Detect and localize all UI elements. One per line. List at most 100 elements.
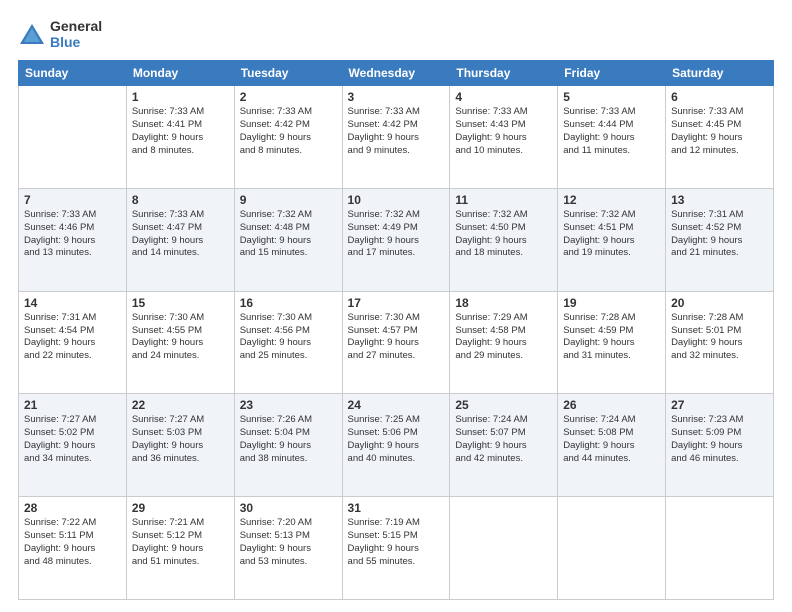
day-number: 6 — [671, 90, 768, 104]
calendar-cell: 2 Sunrise: 7:33 AM Sunset: 4:42 PM Daylig… — [234, 86, 342, 189]
day-number: 25 — [455, 398, 552, 412]
day-info: Sunrise: 7:33 AM Sunset: 4:42 PM Dayligh… — [240, 106, 337, 157]
day-number: 16 — [240, 296, 337, 310]
calendar-cell: 11 Sunrise: 7:32 AM Sunset: 4:50 PM Dayli… — [450, 188, 558, 291]
day-info: Sunrise: 7:28 AM Sunset: 4:59 PM Dayligh… — [563, 312, 660, 363]
day-number: 9 — [240, 193, 337, 207]
calendar-cell: 14 Sunrise: 7:31 AM Sunset: 4:54 PM Dayli… — [19, 291, 127, 394]
day-number: 27 — [671, 398, 768, 412]
logo-icon — [18, 22, 46, 46]
weekday-header: Saturday — [666, 61, 774, 86]
day-info: Sunrise: 7:24 AM Sunset: 5:08 PM Dayligh… — [563, 414, 660, 465]
weekday-header: Tuesday — [234, 61, 342, 86]
calendar-header-row: SundayMondayTuesdayWednesdayThursdayFrid… — [19, 61, 774, 86]
calendar-cell: 26Sunrise: 7:24 AM Sunset: 5:08 PM Dayli… — [558, 394, 666, 497]
day-number: 14 — [24, 296, 121, 310]
day-info: Sunrise: 7:19 AM Sunset: 5:15 PM Dayligh… — [348, 517, 445, 568]
day-number: 19 — [563, 296, 660, 310]
day-number: 2 — [240, 90, 337, 104]
day-info: Sunrise: 7:23 AM Sunset: 5:09 PM Dayligh… — [671, 414, 768, 465]
calendar-cell: 18 Sunrise: 7:29 AM Sunset: 4:58 PM Dayli… — [450, 291, 558, 394]
day-number: 28 — [24, 501, 121, 515]
day-info: Sunrise: 7:33 AM Sunset: 4:43 PM Dayligh… — [455, 106, 552, 157]
day-number: 15 — [132, 296, 229, 310]
logo: General Blue — [18, 18, 102, 50]
day-number: 29 — [132, 501, 229, 515]
day-info: Sunrise: 7:20 AM Sunset: 5:13 PM Dayligh… — [240, 517, 337, 568]
day-number: 30 — [240, 501, 337, 515]
day-number: 17 — [348, 296, 445, 310]
day-number: 3 — [348, 90, 445, 104]
day-info: Sunrise: 7:32 AM Sunset: 4:51 PM Dayligh… — [563, 209, 660, 260]
day-info: Sunrise: 7:26 AM Sunset: 5:04 PM Dayligh… — [240, 414, 337, 465]
day-number: 31 — [348, 501, 445, 515]
day-number: 13 — [671, 193, 768, 207]
calendar-cell: 8 Sunrise: 7:33 AM Sunset: 4:47 PM Daylig… — [126, 188, 234, 291]
day-number: 22 — [132, 398, 229, 412]
day-info: Sunrise: 7:21 AM Sunset: 5:12 PM Dayligh… — [132, 517, 229, 568]
day-info: Sunrise: 7:32 AM Sunset: 4:50 PM Dayligh… — [455, 209, 552, 260]
calendar-week-row: 21 Sunrise: 7:27 AM Sunset: 5:02 PM Dayli… — [19, 394, 774, 497]
day-info: Sunrise: 7:27 AM Sunset: 5:02 PM Dayligh… — [24, 414, 121, 465]
weekday-header: Monday — [126, 61, 234, 86]
calendar-cell: 13 Sunrise: 7:31 AM Sunset: 4:52 PM Dayli… — [666, 188, 774, 291]
calendar-cell: 6Sunrise: 7:33 AM Sunset: 4:45 PM Daylig… — [666, 86, 774, 189]
calendar-week-row: 1 Sunrise: 7:33 AM Sunset: 4:41 PM Daylig… — [19, 86, 774, 189]
day-number: 20 — [671, 296, 768, 310]
calendar-cell: 25 Sunrise: 7:24 AM Sunset: 5:07 PM Dayli… — [450, 394, 558, 497]
day-info: Sunrise: 7:31 AM Sunset: 4:52 PM Dayligh… — [671, 209, 768, 260]
calendar-cell — [666, 497, 774, 600]
day-info: Sunrise: 7:27 AM Sunset: 5:03 PM Dayligh… — [132, 414, 229, 465]
day-number: 7 — [24, 193, 121, 207]
day-info: Sunrise: 7:33 AM Sunset: 4:44 PM Dayligh… — [563, 106, 660, 157]
day-info: Sunrise: 7:22 AM Sunset: 5:11 PM Dayligh… — [24, 517, 121, 568]
day-info: Sunrise: 7:32 AM Sunset: 4:48 PM Dayligh… — [240, 209, 337, 260]
day-number: 5 — [563, 90, 660, 104]
header: General Blue — [18, 18, 774, 50]
calendar-cell: 30 Sunrise: 7:20 AM Sunset: 5:13 PM Dayli… — [234, 497, 342, 600]
day-info: Sunrise: 7:30 AM Sunset: 4:57 PM Dayligh… — [348, 312, 445, 363]
calendar-cell: 10Sunrise: 7:32 AM Sunset: 4:49 PM Dayli… — [342, 188, 450, 291]
calendar-cell: 22 Sunrise: 7:27 AM Sunset: 5:03 PM Dayli… — [126, 394, 234, 497]
day-number: 4 — [455, 90, 552, 104]
day-info: Sunrise: 7:31 AM Sunset: 4:54 PM Dayligh… — [24, 312, 121, 363]
day-info: Sunrise: 7:30 AM Sunset: 4:56 PM Dayligh… — [240, 312, 337, 363]
calendar-cell — [19, 86, 127, 189]
calendar-cell: 12Sunrise: 7:32 AM Sunset: 4:51 PM Dayli… — [558, 188, 666, 291]
day-info: Sunrise: 7:28 AM Sunset: 5:01 PM Dayligh… — [671, 312, 768, 363]
day-number: 11 — [455, 193, 552, 207]
weekday-header: Wednesday — [342, 61, 450, 86]
calendar-week-row: 7 Sunrise: 7:33 AM Sunset: 4:46 PM Daylig… — [19, 188, 774, 291]
day-info: Sunrise: 7:29 AM Sunset: 4:58 PM Dayligh… — [455, 312, 552, 363]
day-number: 8 — [132, 193, 229, 207]
calendar-cell: 24Sunrise: 7:25 AM Sunset: 5:06 PM Dayli… — [342, 394, 450, 497]
page: General Blue SundayMondayTuesdayWednesda… — [0, 0, 792, 612]
day-info: Sunrise: 7:33 AM Sunset: 4:47 PM Dayligh… — [132, 209, 229, 260]
calendar-cell: 29 Sunrise: 7:21 AM Sunset: 5:12 PM Dayli… — [126, 497, 234, 600]
calendar-cell: 23Sunrise: 7:26 AM Sunset: 5:04 PM Dayli… — [234, 394, 342, 497]
day-number: 10 — [348, 193, 445, 207]
weekday-header: Sunday — [19, 61, 127, 86]
calendar-table: SundayMondayTuesdayWednesdayThursdayFrid… — [18, 60, 774, 600]
calendar-cell: 3 Sunrise: 7:33 AM Sunset: 4:42 PM Daylig… — [342, 86, 450, 189]
day-number: 18 — [455, 296, 552, 310]
calendar-cell: 17 Sunrise: 7:30 AM Sunset: 4:57 PM Dayli… — [342, 291, 450, 394]
day-info: Sunrise: 7:33 AM Sunset: 4:42 PM Dayligh… — [348, 106, 445, 157]
day-info: Sunrise: 7:33 AM Sunset: 4:41 PM Dayligh… — [132, 106, 229, 157]
calendar-cell: 7 Sunrise: 7:33 AM Sunset: 4:46 PM Daylig… — [19, 188, 127, 291]
day-number: 1 — [132, 90, 229, 104]
calendar-cell: 4 Sunrise: 7:33 AM Sunset: 4:43 PM Daylig… — [450, 86, 558, 189]
calendar-cell: 19 Sunrise: 7:28 AM Sunset: 4:59 PM Dayli… — [558, 291, 666, 394]
day-number: 21 — [24, 398, 121, 412]
day-info: Sunrise: 7:24 AM Sunset: 5:07 PM Dayligh… — [455, 414, 552, 465]
calendar-cell: 5 Sunrise: 7:33 AM Sunset: 4:44 PM Daylig… — [558, 86, 666, 189]
calendar-cell — [558, 497, 666, 600]
calendar-cell: 31 Sunrise: 7:19 AM Sunset: 5:15 PM Dayli… — [342, 497, 450, 600]
day-info: Sunrise: 7:25 AM Sunset: 5:06 PM Dayligh… — [348, 414, 445, 465]
day-info: Sunrise: 7:33 AM Sunset: 4:46 PM Dayligh… — [24, 209, 121, 260]
day-info: Sunrise: 7:30 AM Sunset: 4:55 PM Dayligh… — [132, 312, 229, 363]
calendar-cell: 27 Sunrise: 7:23 AM Sunset: 5:09 PM Dayli… — [666, 394, 774, 497]
calendar-cell: 16 Sunrise: 7:30 AM Sunset: 4:56 PM Dayli… — [234, 291, 342, 394]
calendar-cell: 1 Sunrise: 7:33 AM Sunset: 4:41 PM Daylig… — [126, 86, 234, 189]
weekday-header: Friday — [558, 61, 666, 86]
